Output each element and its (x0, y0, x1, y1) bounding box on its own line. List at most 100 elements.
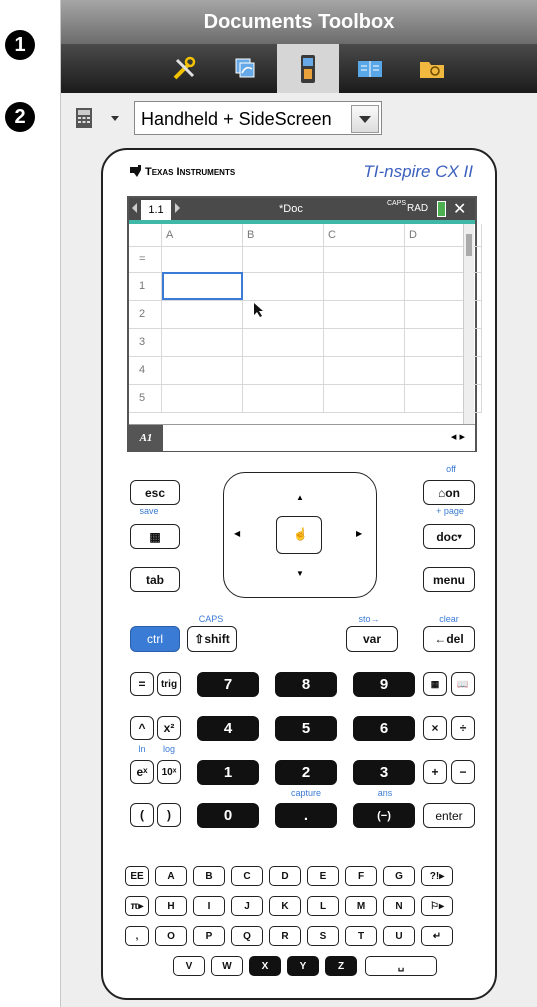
catalog-key[interactable]: 📖 (451, 672, 475, 696)
equals-key[interactable]: = (130, 672, 154, 696)
key-N[interactable]: N (383, 896, 415, 916)
entry-nav-arrows-icon[interactable]: ◂ ▸ (451, 430, 465, 443)
key-8[interactable]: 8 (275, 672, 337, 697)
key-H[interactable]: H (155, 896, 187, 916)
key-0[interactable]: 0 (197, 803, 259, 828)
key-D[interactable]: D (269, 866, 301, 886)
key-T[interactable]: T (345, 926, 377, 946)
vertical-scrollbar[interactable] (463, 224, 474, 424)
column-header[interactable]: B (242, 224, 324, 247)
key-Y[interactable]: Y (287, 956, 319, 976)
column-header[interactable]: C (323, 224, 405, 247)
down-arrow-icon: ▼ (296, 569, 304, 578)
menu-key[interactable]: menu (423, 567, 475, 592)
var-key[interactable]: var (346, 626, 398, 652)
key-P[interactable]: P (193, 926, 225, 946)
tab-left-arrow-icon[interactable] (132, 203, 137, 213)
minus-key[interactable]: − (451, 760, 475, 784)
display-mode-select[interactable]: Handheld + SideScreen (134, 101, 382, 135)
key-E[interactable]: E (307, 866, 339, 886)
flag-key[interactable]: ⚐▸ (421, 896, 453, 916)
key-1[interactable]: 1 (197, 760, 259, 785)
calculator-icon[interactable] (75, 107, 93, 129)
pi-key[interactable]: π▸ (125, 896, 149, 916)
comma-key[interactable]: , (125, 926, 149, 946)
click-key[interactable]: ☝ (276, 516, 322, 554)
tab-handheld[interactable] (277, 44, 339, 93)
plus-key[interactable]: + (423, 760, 447, 784)
selected-cell[interactable] (161, 272, 243, 301)
key-3[interactable]: 3 (353, 760, 415, 785)
key-S[interactable]: S (307, 926, 339, 946)
key-C[interactable]: C (231, 866, 263, 886)
left-paren-key[interactable]: ( (130, 803, 154, 827)
key-B[interactable]: B (193, 866, 225, 886)
tab-page-sorter[interactable] (215, 44, 277, 93)
exp-key[interactable]: eˣ (130, 760, 154, 784)
right-paren-key[interactable]: ) (157, 803, 181, 827)
key-R[interactable]: R (269, 926, 301, 946)
touchpad[interactable]: ▲ ▼ ◀ ▶ ☝ (223, 472, 377, 598)
key-4[interactable]: 4 (197, 716, 259, 741)
key-5[interactable]: 5 (275, 716, 337, 741)
key-Z[interactable]: Z (325, 956, 357, 976)
ten-power-key[interactable]: 10ˣ (157, 760, 181, 784)
del-key[interactable]: ← del (423, 626, 475, 652)
chevron-down-icon[interactable] (351, 105, 379, 133)
key-2[interactable]: 2 (275, 760, 337, 785)
home-icon: ⌂ (438, 485, 446, 500)
on-key[interactable]: ⌂ on (423, 480, 475, 505)
key-K[interactable]: K (269, 896, 301, 916)
tab-tools[interactable] (153, 44, 215, 93)
screen-tab[interactable]: 1.1 (141, 200, 171, 220)
space-key[interactable]: ␣ (365, 956, 437, 976)
key-O[interactable]: O (155, 926, 187, 946)
screen-status-bar: 1.1 *Doc CAPS RAD ✕ (129, 198, 475, 220)
key-L[interactable]: L (307, 896, 339, 916)
key-7[interactable]: 7 (197, 672, 259, 697)
tab-right-arrow-icon[interactable] (175, 203, 180, 213)
close-icon[interactable]: ✕ (453, 199, 466, 219)
template-key[interactable]: ▦ (423, 672, 447, 696)
key-X[interactable]: X (249, 956, 281, 976)
doc-key[interactable]: doc ▾ (423, 524, 475, 549)
key-V[interactable]: V (173, 956, 205, 976)
return-key[interactable]: ↵ (421, 926, 453, 946)
key-EE[interactable]: EE (125, 866, 149, 886)
key-G[interactable]: G (383, 866, 415, 886)
decimal-key[interactable]: . (275, 803, 337, 828)
scrollbar-thumb[interactable] (466, 234, 472, 256)
key-J[interactable]: J (231, 896, 263, 916)
catalog-icon: 📖 (457, 678, 469, 689)
divide-key[interactable]: ÷ (451, 716, 475, 740)
key-9[interactable]: 9 (353, 672, 415, 697)
key-I[interactable]: I (193, 896, 225, 916)
trig-key[interactable]: trig (157, 672, 181, 696)
multiply-key[interactable]: × (423, 716, 447, 740)
tab-utilities[interactable] (401, 44, 463, 93)
tab-content-explorer[interactable] (339, 44, 401, 93)
key-6[interactable]: 6 (353, 716, 415, 741)
doc-key-label: doc (436, 529, 458, 544)
shift-key[interactable]: ⇧ shift (187, 626, 237, 652)
scratchpad-key[interactable]: ▦ (130, 524, 180, 549)
key-F[interactable]: F (345, 866, 377, 886)
key-A[interactable]: A (155, 866, 187, 886)
negative-key[interactable]: (−) (353, 803, 415, 828)
key-W[interactable]: W (211, 956, 243, 976)
doc-name: *Doc (279, 203, 303, 215)
caret-key[interactable]: ^ (130, 716, 154, 740)
key-M[interactable]: M (345, 896, 377, 916)
esc-key[interactable]: esc (130, 480, 180, 505)
ctrl-key[interactable]: ctrl (130, 626, 180, 652)
row-header: 3 (129, 328, 162, 357)
column-header[interactable]: A (161, 224, 243, 247)
enter-key[interactable]: enter (423, 803, 475, 828)
dropdown-arrow-icon[interactable] (111, 116, 119, 121)
tab-key[interactable]: tab (130, 567, 180, 592)
key-U[interactable]: U (383, 926, 415, 946)
sto-label: sto→ (358, 614, 380, 624)
square-key[interactable]: x² (157, 716, 181, 740)
punctuation-key[interactable]: ?!▸ (421, 866, 453, 886)
key-Q[interactable]: Q (231, 926, 263, 946)
